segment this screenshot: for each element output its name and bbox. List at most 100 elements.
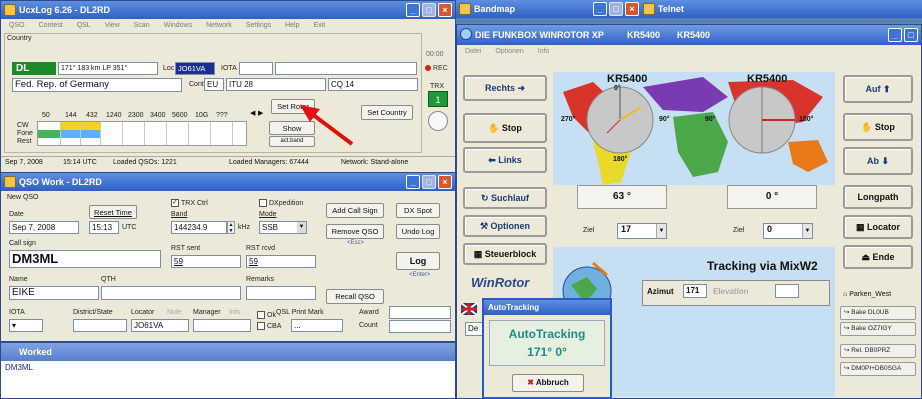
scroll-right-icon[interactable]: ▶	[258, 109, 266, 117]
set-country-button[interactable]: Set Country	[361, 105, 413, 120]
beacon-dl0ub[interactable]: ↪ Bake DL0UB	[840, 306, 916, 320]
menu-optionen[interactable]: Optionen	[495, 46, 523, 58]
autotracking-az: 171°	[527, 345, 552, 359]
ziel-right-select[interactable]: 0 ▼	[763, 223, 813, 239]
time-field[interactable]: 15:13	[89, 221, 119, 234]
recall-qso-button[interactable]: Recall QSO	[326, 289, 384, 304]
qth-field[interactable]	[101, 286, 241, 300]
menu-scan[interactable]: Scan	[134, 20, 150, 32]
mode-rest: Rest	[17, 138, 32, 145]
annotation-arrow	[300, 105, 354, 146]
name-field[interactable]: EIKE	[9, 286, 99, 300]
auf-button[interactable]: Auf ⬆	[843, 75, 913, 103]
links-button[interactable]: ⬅ Links	[463, 147, 547, 173]
remove-qso-button[interactable]: Remove QSO	[326, 224, 384, 239]
rec-label[interactable]: REC	[433, 65, 448, 72]
beacon-parken-west[interactable]: ⌂ Parken_West	[843, 288, 919, 304]
stop-right-button[interactable]: ✋ Stop	[843, 113, 913, 141]
azimuth-readout: 63 °	[577, 185, 667, 209]
trx-ctrl-checkbox[interactable]: ✓	[171, 199, 179, 207]
beacon-dl0ub-label: Bake DL0UB	[851, 309, 889, 316]
beacon-dm0pi[interactable]: ↪ DM0PI+DB0SGA	[840, 362, 916, 376]
add-call-sign-button[interactable]: Add Call Sign	[326, 203, 384, 218]
suchlauf-label: Suchlauf	[491, 193, 530, 203]
dx-spot-button[interactable]: DX Spot	[396, 203, 440, 218]
date-field[interactable]: Sep 7, 2008	[9, 221, 79, 234]
menu-qsl[interactable]: QSL	[77, 20, 91, 32]
menu-windows[interactable]: Windows	[164, 20, 192, 32]
maximize-button[interactable]: □	[904, 28, 918, 42]
locator-field[interactable]: JO61VA	[175, 62, 215, 75]
longpath-button[interactable]: Longpath	[843, 185, 913, 209]
exit-icon: ⏏	[861, 252, 870, 262]
worked-entry[interactable]: DM3ML	[5, 363, 33, 372]
count-field[interactable]	[389, 320, 451, 333]
minimize-button[interactable]: _	[406, 3, 420, 17]
menu-info[interactable]: Info	[538, 46, 550, 58]
band-5600: 5600	[172, 112, 188, 119]
minimize-button[interactable]: _	[888, 28, 902, 42]
minimize-button[interactable]: _	[593, 2, 607, 16]
menu-network[interactable]: Network	[206, 20, 232, 32]
azimut-field[interactable]: 171	[683, 284, 707, 298]
close-button[interactable]: ×	[438, 175, 452, 189]
steuerblock-button[interactable]: ▦ Steuerblock	[463, 243, 547, 265]
trx-label: TRX	[430, 83, 444, 90]
frequency-field[interactable]: 144234.9	[171, 221, 227, 234]
minimize-button[interactable]: _	[406, 175, 420, 189]
ucxlog-title: UcxLog 6.26 - DL2RD	[19, 5, 111, 15]
menu-view[interactable]: View	[105, 20, 120, 32]
maximize-button[interactable]: □	[422, 3, 436, 17]
district-label: District/State	[73, 309, 113, 316]
ende-button[interactable]: ⏏ Ende	[843, 245, 913, 269]
log-button[interactable]: Log	[396, 252, 440, 270]
trx-indicator[interactable]: 1	[428, 91, 448, 107]
mode-cw: CW	[17, 122, 29, 129]
rechts-button[interactable]: Rechts ➜	[463, 75, 547, 101]
optionen-button[interactable]: ⚒ Optionen	[463, 215, 547, 237]
beacon-db0prz[interactable]: ↪ Rel. DB0PRZ	[840, 344, 916, 358]
ab-button[interactable]: Ab ⬇	[843, 147, 913, 175]
beacon-oz7igy[interactable]: ↪ Bake OZ7IGY	[840, 322, 916, 336]
locator-select[interactable]: JO61VA	[131, 319, 189, 332]
frequency-spinner[interactable]: ▲ ▼	[227, 221, 235, 234]
close-button[interactable]: ×	[625, 2, 639, 16]
district-field[interactable]	[73, 319, 127, 332]
close-button[interactable]: ×	[438, 3, 452, 17]
maximize-button[interactable]: □	[609, 2, 623, 16]
iota-field[interactable]	[239, 62, 273, 75]
refresh-icon: ↻	[480, 193, 489, 203]
stop-left-button[interactable]: ✋ Stop	[463, 113, 547, 143]
abbruch-button[interactable]: ✖ Abbruch	[512, 374, 584, 392]
scroll-left-icon[interactable]: ◀	[250, 109, 258, 117]
chevron-down-icon[interactable]: ▼	[297, 222, 306, 233]
menu-settings[interactable]: Settings	[246, 20, 271, 32]
rst-sent-field[interactable]: 59	[171, 255, 241, 268]
stop-left-label: Stop	[501, 123, 522, 133]
info-label: Info	[229, 309, 241, 316]
locator-button[interactable]: ▦ Locator	[843, 215, 913, 239]
manager-select[interactable]	[193, 319, 251, 332]
ok-checkbox[interactable]	[257, 311, 265, 319]
elevation-field[interactable]	[775, 284, 799, 298]
iota-select[interactable]: ▾	[9, 319, 43, 332]
award-field[interactable]	[389, 306, 451, 319]
dxpedition-checkbox[interactable]	[259, 199, 267, 207]
remarks-field[interactable]	[246, 286, 316, 300]
suchlauf-button[interactable]: ↻ Suchlauf	[463, 187, 547, 209]
reset-time-button[interactable]: Reset Time	[89, 205, 137, 219]
qsl-print-select[interactable]: ...	[291, 319, 343, 332]
undo-log-button[interactable]: Undo Log	[396, 224, 440, 239]
ucxlog-menubar: QSO Contest QSL View Scan Windows Network Setti…	[1, 20, 455, 32]
cba-checkbox[interactable]	[257, 322, 265, 330]
menu-contest[interactable]: Contest	[39, 20, 63, 32]
menu-exit[interactable]: Exit	[314, 20, 326, 32]
maximize-button[interactable]: □	[422, 175, 436, 189]
menu-datei[interactable]: Datei	[465, 46, 481, 58]
rst-rcvd-field[interactable]: 59	[246, 255, 316, 268]
ziel-left-select[interactable]: 17 ▼	[617, 223, 667, 239]
winrotor-call2: KR5400	[677, 30, 711, 40]
callsign-field[interactable]: DM3ML	[9, 250, 161, 268]
menu-help[interactable]: Help	[285, 20, 299, 32]
menu-qso[interactable]: QSO	[9, 20, 25, 32]
